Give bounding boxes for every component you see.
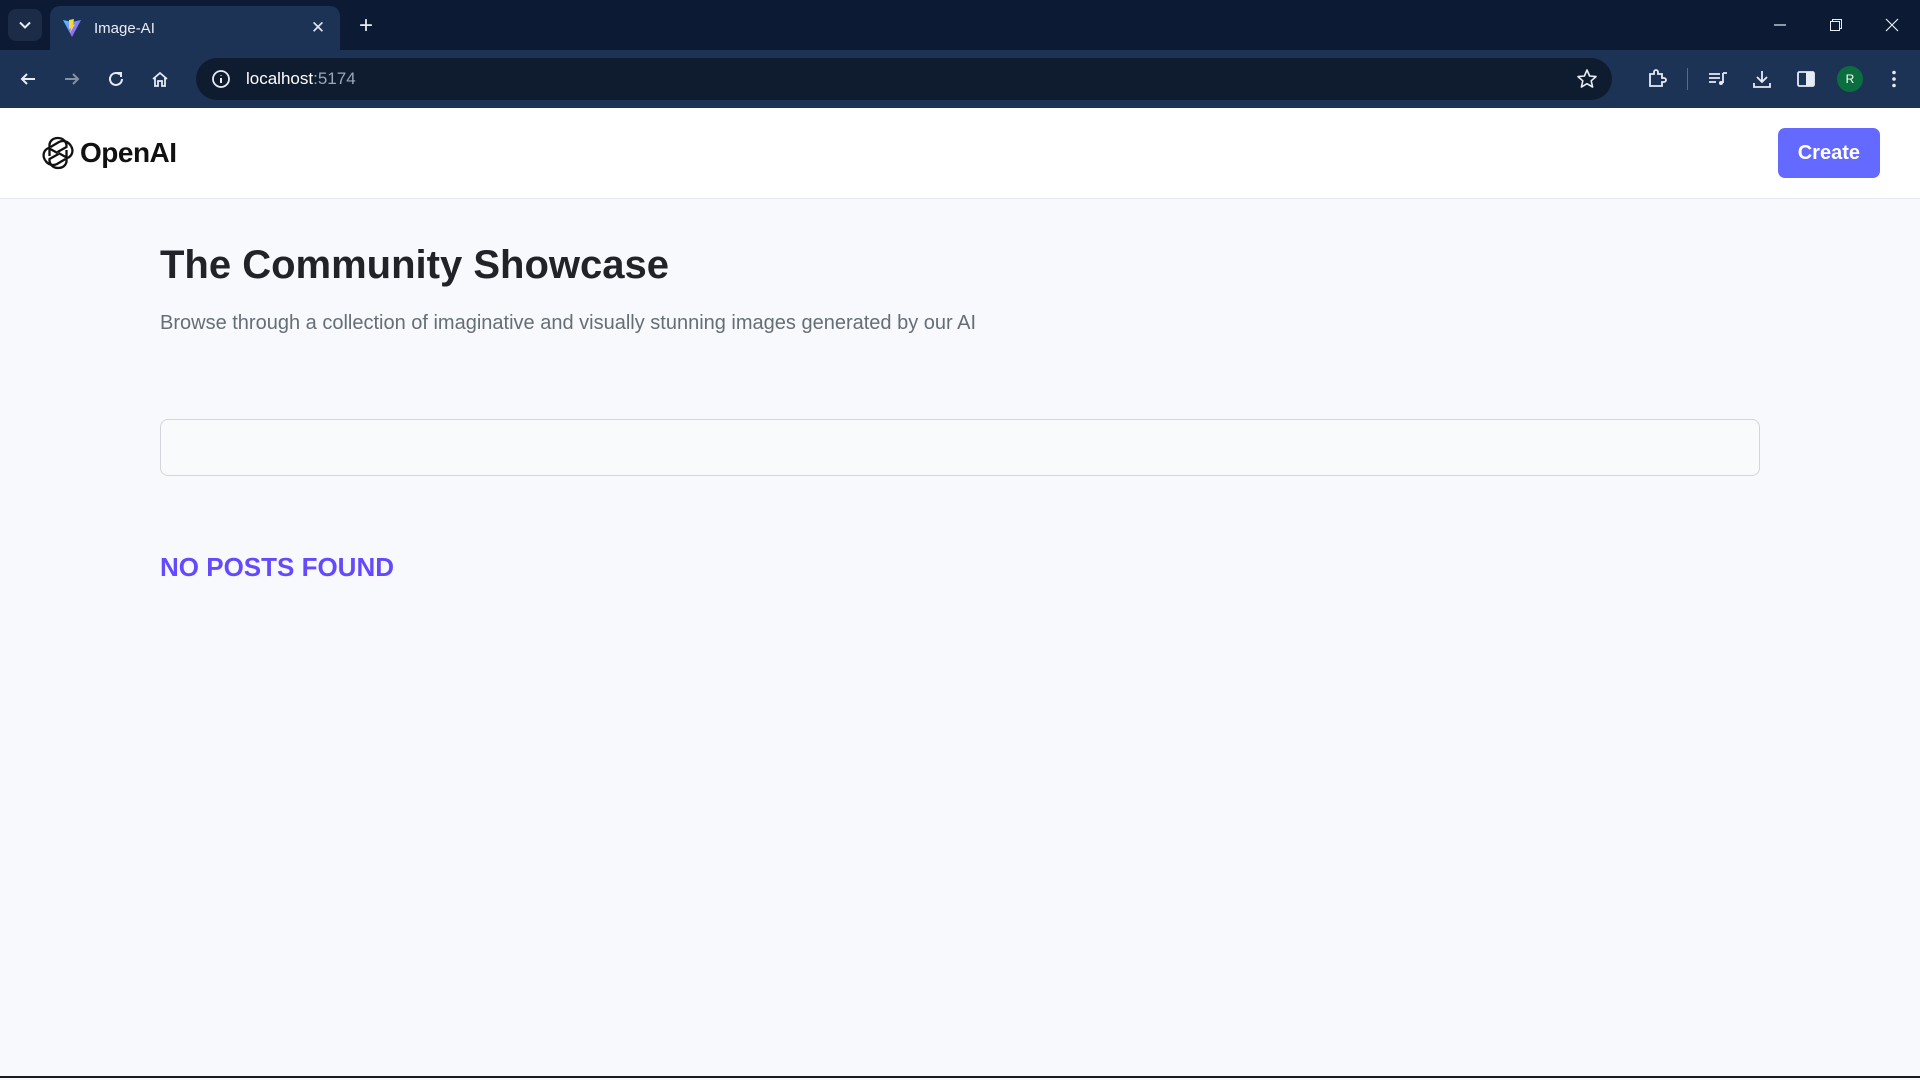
site-header: OpenAI Create bbox=[0, 108, 1920, 199]
empty-state-message: NO POSTS FOUND bbox=[160, 552, 395, 582]
restore-icon bbox=[1830, 19, 1842, 31]
window-controls bbox=[1752, 0, 1920, 50]
browser-toolbar: localhost:5174 R bbox=[0, 50, 1920, 108]
main-content: The Community Showcase Browse through a … bbox=[0, 199, 1920, 583]
arrow-right-icon bbox=[65, 73, 80, 85]
page-subtitle: Browse through a collection of imaginati… bbox=[160, 312, 977, 334]
search-input[interactable] bbox=[160, 419, 1760, 476]
arrow-left-icon bbox=[20, 73, 35, 85]
close-window-button[interactable] bbox=[1864, 0, 1920, 50]
page-title: The Community Showcase bbox=[160, 243, 669, 287]
chevron-down-icon bbox=[19, 21, 31, 29]
minimize-icon bbox=[1774, 24, 1786, 26]
browser-menu-button[interactable] bbox=[1876, 61, 1912, 97]
logo-text: OpenAI bbox=[80, 137, 177, 168]
more-vertical-icon bbox=[1892, 70, 1896, 88]
puzzle-icon bbox=[1649, 69, 1667, 87]
reload-button[interactable] bbox=[98, 61, 134, 97]
close-icon bbox=[1885, 18, 1899, 32]
restore-button[interactable] bbox=[1808, 0, 1864, 50]
openai-logo-icon bbox=[42, 136, 74, 170]
side-panel-button[interactable] bbox=[1788, 61, 1824, 97]
page-bottom-border bbox=[0, 1076, 1920, 1078]
vite-logo-icon bbox=[63, 19, 81, 37]
new-tab-button[interactable]: + bbox=[352, 12, 380, 40]
toolbar-separator bbox=[1687, 68, 1688, 90]
browser-tab-bar: Image-AI ✕ + bbox=[0, 0, 1920, 50]
tab-title: Image-AI bbox=[94, 19, 155, 37]
media-control-button[interactable] bbox=[1700, 61, 1736, 97]
tab-search-button[interactable] bbox=[8, 9, 42, 41]
home-button[interactable] bbox=[142, 61, 178, 97]
home-icon bbox=[152, 71, 168, 87]
url-port: :5174 bbox=[313, 69, 356, 88]
create-button[interactable]: Create bbox=[1777, 128, 1880, 178]
toolbar-actions: R bbox=[1639, 61, 1912, 97]
info-icon[interactable] bbox=[210, 68, 232, 90]
web-page: OpenAI Create The Community Showcase Bro… bbox=[0, 108, 1920, 1078]
logo-link[interactable]: OpenAI bbox=[40, 135, 177, 171]
download-icon bbox=[1753, 71, 1771, 88]
minimize-button[interactable] bbox=[1752, 0, 1808, 50]
forward-button[interactable] bbox=[54, 61, 90, 97]
profile-button[interactable]: R bbox=[1832, 61, 1868, 97]
url-host: localhost bbox=[246, 69, 314, 88]
star-icon[interactable] bbox=[1576, 68, 1598, 90]
avatar: R bbox=[1837, 66, 1863, 92]
extensions-button[interactable] bbox=[1639, 61, 1675, 97]
browser-tab[interactable]: Image-AI ✕ bbox=[50, 6, 340, 50]
address-bar[interactable]: localhost:5174 bbox=[196, 58, 1612, 100]
playlist-music-icon bbox=[1709, 72, 1727, 85]
reload-icon bbox=[109, 71, 123, 86]
close-tab-icon[interactable]: ✕ bbox=[308, 18, 328, 38]
side-panel-icon bbox=[1797, 71, 1815, 87]
back-button[interactable] bbox=[10, 61, 46, 97]
downloads-button[interactable] bbox=[1744, 61, 1780, 97]
